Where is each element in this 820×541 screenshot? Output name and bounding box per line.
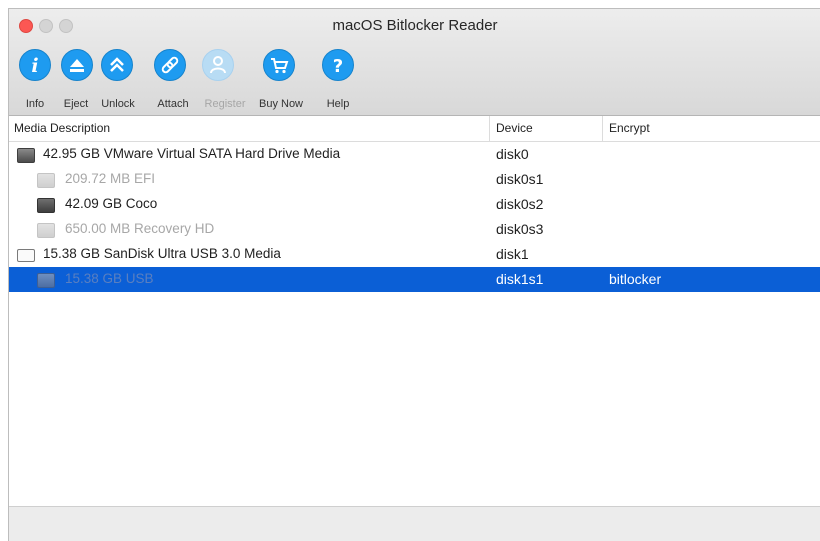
attach-label: Attach: [157, 98, 189, 110]
table-row-selected[interactable]: 15.38 GB USB disk1s1 bitlocker: [9, 267, 820, 292]
column-header-media-description[interactable]: Media Description: [14, 121, 110, 135]
media-description: 42.95 GB VMware Virtual SATA Hard Drive …: [43, 146, 341, 161]
column-divider[interactable]: [602, 116, 603, 141]
info-button[interactable]: i Info: [19, 49, 51, 111]
table-row[interactable]: 650.00 MB Recovery HD disk0s3: [9, 217, 820, 242]
device-id: disk1s1: [496, 271, 544, 287]
table-row[interactable]: 42.95 GB VMware Virtual SATA Hard Drive …: [9, 142, 820, 167]
partition-icon: [37, 173, 55, 188]
app-window: macOS Bitlocker Reader i Info Eject Unlo…: [8, 8, 820, 541]
info-icon: i: [19, 49, 51, 81]
titlebar: macOS Bitlocker Reader i Info Eject Unlo…: [9, 9, 820, 116]
eject-button[interactable]: Eject: [61, 49, 93, 111]
help-label: Help: [326, 98, 350, 110]
cart-icon: [263, 49, 295, 81]
unlock-button[interactable]: Unlock: [101, 49, 135, 111]
device-id: disk0s2: [496, 196, 544, 212]
table-row[interactable]: 209.72 MB EFI disk0s1: [9, 167, 820, 192]
window-title: macOS Bitlocker Reader: [332, 17, 498, 34]
media-description: 650.00 MB Recovery HD: [65, 221, 215, 236]
svg-text:?: ?: [333, 56, 343, 77]
device-id: disk1: [496, 246, 529, 262]
attach-button[interactable]: Attach: [154, 49, 189, 111]
buy-now-button[interactable]: Buy Now: [259, 49, 303, 111]
media-description: 15.38 GB SanDisk Ultra USB 3.0 Media: [43, 246, 281, 261]
column-divider[interactable]: [489, 116, 490, 141]
unlock-icon: [101, 49, 133, 81]
device-id: disk0s1: [496, 171, 544, 187]
device-id: disk0s3: [496, 221, 544, 237]
media-description: 209.72 MB EFI: [65, 171, 156, 186]
table-row[interactable]: 42.09 GB Coco disk0s2: [9, 192, 820, 217]
media-description: 42.09 GB Coco: [65, 196, 158, 211]
user-icon: [202, 49, 234, 81]
eject-icon: [61, 49, 93, 81]
attach-icon: [154, 49, 186, 81]
usb-drive-icon: [17, 249, 35, 262]
hard-drive-icon: [17, 148, 35, 163]
device-id: disk0: [496, 146, 529, 162]
svg-text:i: i: [31, 55, 38, 77]
info-label: Info: [25, 98, 45, 110]
media-description: 15.38 GB USB: [65, 271, 154, 286]
status-bar: [9, 506, 820, 541]
column-header-encrypt[interactable]: Encrypt: [609, 121, 650, 135]
register-button[interactable]: Register: [202, 49, 245, 111]
register-label: Register: [204, 98, 246, 110]
table-header: Media Description Device Encrypt: [9, 116, 820, 142]
help-button[interactable]: ? Help: [322, 49, 354, 111]
encrypt-type: bitlocker: [609, 271, 662, 287]
eject-label: Eject: [63, 98, 89, 110]
help-icon: ?: [322, 49, 354, 81]
buy-now-label: Buy Now: [258, 98, 304, 110]
unlock-label: Unlock: [101, 98, 135, 110]
table-row[interactable]: 15.38 GB SanDisk Ultra USB 3.0 Media dis…: [9, 242, 820, 267]
partition-icon: [37, 198, 55, 213]
partition-icon: [37, 223, 55, 238]
partition-icon: [37, 273, 55, 288]
column-header-device[interactable]: Device: [496, 121, 533, 135]
